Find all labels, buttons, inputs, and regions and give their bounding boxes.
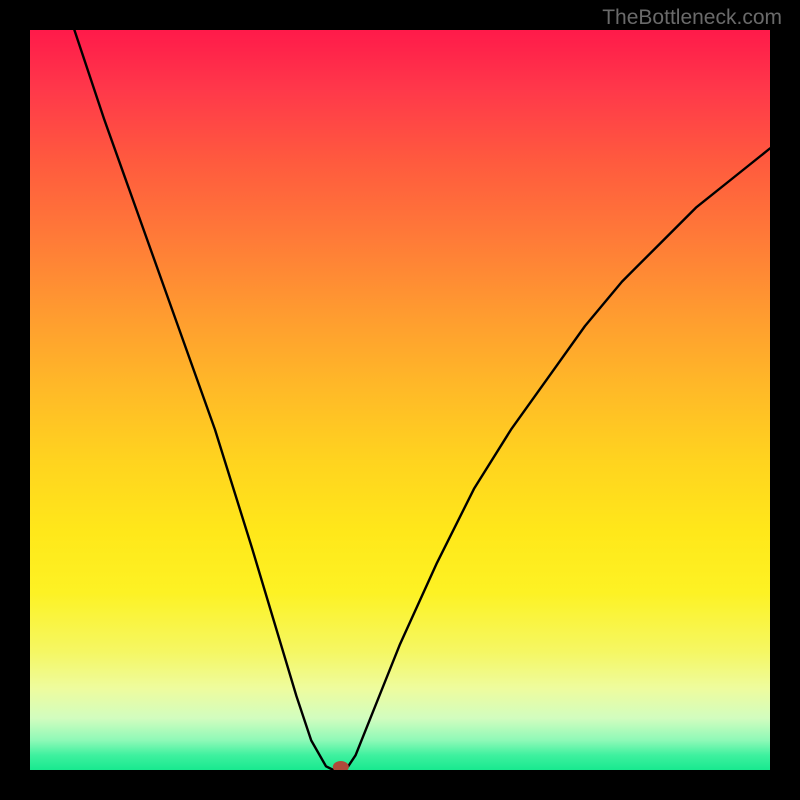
- bottleneck-curve-path: [74, 30, 770, 770]
- optimum-marker: [333, 761, 349, 770]
- bottleneck-chart: [30, 30, 770, 770]
- curve-layer: [30, 30, 770, 770]
- watermark-text: TheBottleneck.com: [602, 6, 782, 30]
